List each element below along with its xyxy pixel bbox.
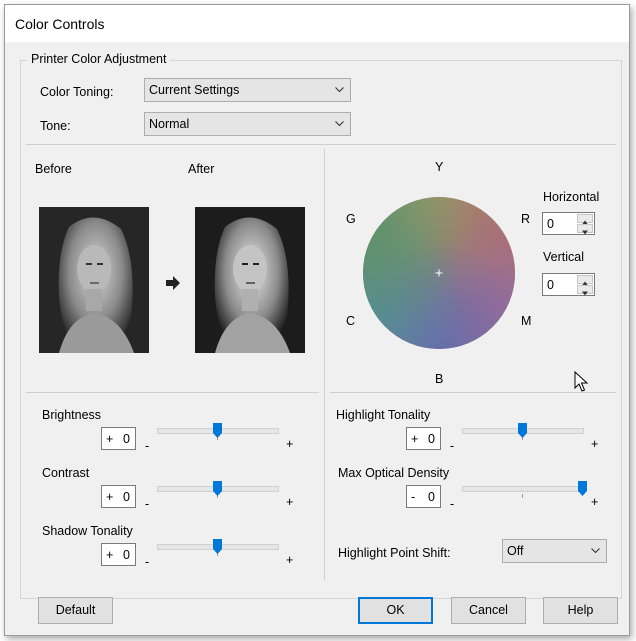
color-toning-select[interactable]: Current Settings xyxy=(144,78,351,102)
slider-thumb[interactable] xyxy=(212,423,222,438)
chevron-down-icon xyxy=(335,121,344,127)
color-toning-value: Current Settings xyxy=(149,83,240,97)
max-optical-density-minus: - xyxy=(450,497,455,511)
shadow-tonality-slider[interactable] xyxy=(157,539,279,556)
tone-value: Normal xyxy=(149,117,190,131)
horizontal-label: Horizontal xyxy=(543,190,600,204)
contrast-value-box[interactable]: + 0 xyxy=(101,485,136,508)
highlight-tonality-sign: + xyxy=(411,432,419,446)
tone-select[interactable]: Normal xyxy=(144,112,351,136)
slider-thumb[interactable] xyxy=(517,423,527,438)
after-label: After xyxy=(188,162,215,176)
shadow-tonality-value: 0 xyxy=(123,548,130,562)
color-wheel[interactable] xyxy=(362,196,516,350)
before-preview-image xyxy=(39,207,149,353)
divider xyxy=(26,392,319,393)
slider-thumb[interactable] xyxy=(212,481,222,496)
arrow-right-icon xyxy=(166,276,180,290)
vertical-spinbox[interactable]: 0 xyxy=(542,273,595,296)
color-toning-label: Color Toning: xyxy=(40,85,114,99)
vertical-value: 0 xyxy=(547,278,554,292)
contrast-label: Contrast xyxy=(42,466,90,480)
divider xyxy=(26,144,616,145)
max-optical-density-plus: + xyxy=(591,495,599,509)
slider-thumb[interactable] xyxy=(577,481,587,496)
help-button[interactable]: Help xyxy=(543,597,618,624)
brightness-value-box[interactable]: + 0 xyxy=(101,427,136,450)
slider-tick xyxy=(522,494,523,498)
highlight-point-shift-select[interactable]: Off xyxy=(502,539,607,563)
shadow-tonality-plus: + xyxy=(286,553,294,567)
default-button[interactable]: Default xyxy=(38,597,113,624)
tone-label: Tone: xyxy=(40,119,71,133)
highlight-tonality-slider[interactable] xyxy=(462,423,584,440)
brightness-label: Brightness xyxy=(42,408,102,422)
title-bar: Color Controls xyxy=(5,5,629,42)
wheel-label-r: R xyxy=(521,212,531,226)
contrast-slider[interactable] xyxy=(157,481,279,498)
highlight-tonality-minus: - xyxy=(450,439,455,453)
brightness-minus: - xyxy=(145,439,150,453)
triangle-down-icon xyxy=(582,230,588,235)
spin-up-button[interactable] xyxy=(577,275,593,286)
triangle-down-icon xyxy=(582,291,588,296)
wheel-label-m: M xyxy=(521,314,532,328)
wheel-label-g: G xyxy=(346,212,356,226)
chevron-down-icon xyxy=(591,548,600,554)
slider-track xyxy=(462,486,584,492)
horizontal-spinbox[interactable]: 0 xyxy=(542,212,595,235)
after-preview-image xyxy=(195,207,305,353)
shadow-tonality-sign: + xyxy=(106,548,114,562)
cancel-button[interactable]: Cancel xyxy=(451,597,526,624)
max-optical-density-sign: - xyxy=(411,490,416,504)
shadow-tonality-minus: - xyxy=(145,555,150,569)
wheel-label-y: Y xyxy=(435,160,444,174)
highlight-tonality-label: Highlight Tonality xyxy=(336,408,431,422)
max-optical-density-value: 0 xyxy=(428,490,435,504)
brightness-sign: + xyxy=(106,432,114,446)
contrast-sign: + xyxy=(106,490,114,504)
highlight-point-shift-value: Off xyxy=(507,544,524,558)
max-optical-density-label: Max Optical Density xyxy=(338,466,450,480)
spin-down-button[interactable] xyxy=(577,224,593,235)
brightness-slider[interactable] xyxy=(157,423,279,440)
window-title: Color Controls xyxy=(15,16,105,32)
highlight-tonality-value: 0 xyxy=(428,432,435,446)
horizontal-value: 0 xyxy=(547,217,554,231)
max-optical-density-value-box[interactable]: - 0 xyxy=(406,485,441,508)
color-controls-dialog: Color Controls Printer Color Adjustment … xyxy=(4,4,630,636)
before-label: Before xyxy=(35,162,72,176)
slider-thumb[interactable] xyxy=(212,539,222,554)
max-optical-density-slider[interactable] xyxy=(462,481,587,498)
wheel-label-b: B xyxy=(435,372,444,386)
ok-button[interactable]: OK xyxy=(358,597,433,624)
vertical-label: Vertical xyxy=(543,250,584,264)
contrast-minus: - xyxy=(145,497,150,511)
spin-up-button[interactable] xyxy=(577,214,593,225)
chevron-down-icon xyxy=(335,87,344,93)
highlight-tonality-value-box[interactable]: + 0 xyxy=(406,427,441,450)
contrast-value: 0 xyxy=(123,490,130,504)
highlight-tonality-plus: + xyxy=(591,437,599,451)
mouse-cursor-icon xyxy=(574,371,588,392)
shadow-tonality-label: Shadow Tonality xyxy=(42,524,133,538)
brightness-value: 0 xyxy=(123,432,130,446)
wheel-label-c: C xyxy=(346,314,356,328)
divider xyxy=(324,149,325,580)
highlight-point-shift-label: Highlight Point Shift: xyxy=(338,546,451,560)
contrast-plus: + xyxy=(286,495,294,509)
shadow-tonality-value-box[interactable]: + 0 xyxy=(101,543,136,566)
brightness-plus: + xyxy=(286,437,294,451)
group-label: Printer Color Adjustment xyxy=(27,52,171,66)
spin-down-button[interactable] xyxy=(577,285,593,296)
